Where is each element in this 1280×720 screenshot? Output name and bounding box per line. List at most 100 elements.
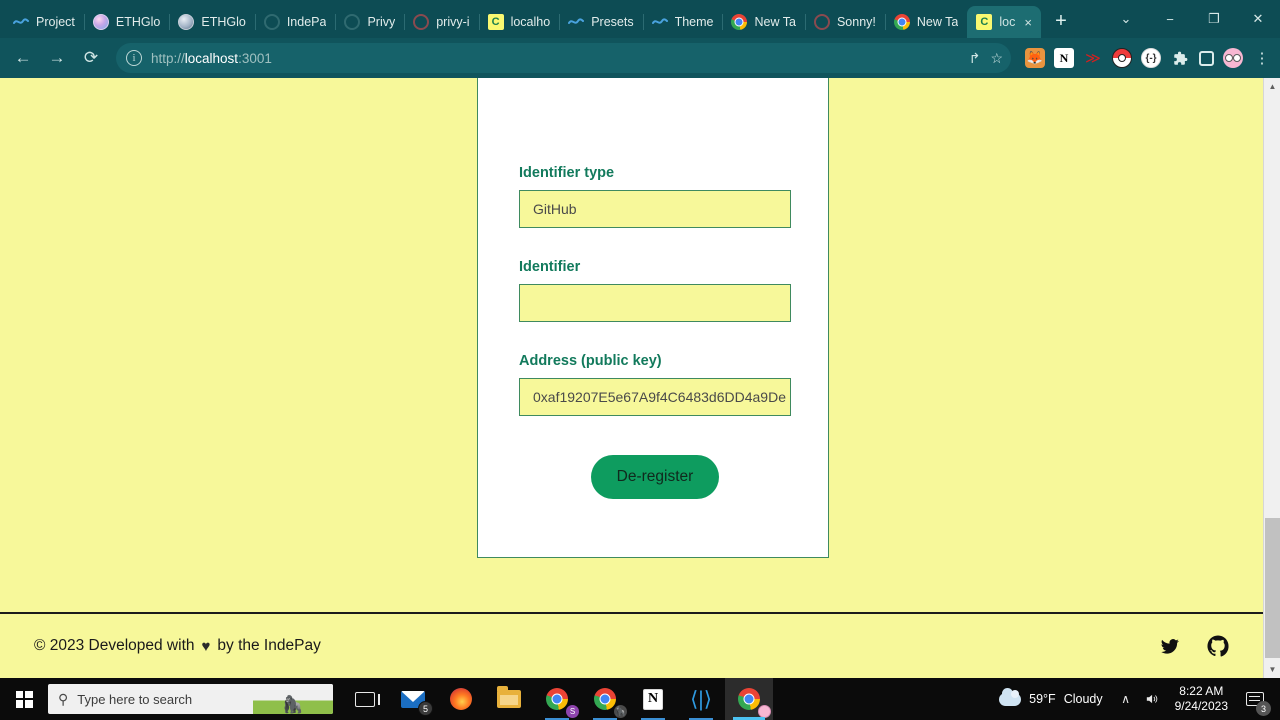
field-identifier-type: Identifier type GitHub [519, 165, 791, 228]
chrome-app-1[interactable]: S [533, 678, 581, 720]
github-dark-icon [413, 14, 430, 30]
tab-label: Presets [591, 15, 634, 29]
browser-tab-1[interactable]: ETHGlo [83, 6, 169, 38]
tab-label: ETHGlo [115, 15, 161, 29]
github-icon[interactable] [1207, 635, 1229, 657]
browser-tab-10[interactable]: Sonny! [804, 6, 885, 38]
scrollbar-thumb[interactable] [1265, 518, 1280, 658]
brackets-extension-icon[interactable]: {-} [1141, 48, 1161, 68]
browser-tab-active-localhost[interactable]: C loc × [967, 6, 1041, 38]
ethglobal-gray-icon [178, 14, 195, 30]
gorilla-illustration: 🦍 [253, 684, 333, 714]
start-button[interactable] [0, 678, 48, 720]
scroll-up-arrow-icon[interactable]: ▲ [1264, 78, 1280, 95]
tab-label: Sonny! [836, 15, 876, 29]
minimize-button[interactable]: − [1148, 3, 1192, 35]
de-register-button[interactable]: De-register [590, 455, 720, 499]
file-explorer-app[interactable] [485, 678, 533, 720]
site-info-icon[interactable]: i [126, 50, 142, 66]
browser-tab-4[interactable]: Privy [335, 6, 404, 38]
reload-icon[interactable]: ⟳ [76, 43, 106, 73]
show-hidden-icons-chevron-icon[interactable]: ∧ [1113, 678, 1139, 720]
clock-date: 9/24/2023 [1174, 699, 1228, 713]
firefox-app[interactable] [437, 678, 485, 720]
localhost-c-icon: C [487, 14, 504, 30]
forward-icon[interactable]: → [42, 43, 72, 73]
browser-tab-9[interactable]: New Ta [722, 6, 804, 38]
restore-button[interactable]: ❐ [1192, 3, 1236, 35]
tab-label: localho [510, 15, 551, 29]
page-footer: © 2023 Developed with ♥ by the IndePay [0, 614, 1263, 678]
mail-badge: 5 [418, 701, 433, 716]
identifier-type-input[interactable]: GitHub [519, 190, 791, 228]
tab-label: Theme [674, 15, 714, 29]
volume-icon[interactable] [1139, 678, 1165, 720]
identifier-input[interactable] [519, 284, 791, 322]
heart-icon: ♥ [201, 637, 211, 655]
new-tab-button[interactable]: + [1047, 7, 1075, 35]
twitter-icon[interactable] [1159, 637, 1181, 656]
bookmark-star-icon[interactable]: ☆ [990, 50, 1003, 67]
firefox-icon [450, 688, 472, 710]
profile-avatar-icon[interactable] [1223, 48, 1243, 68]
browser-tab-2[interactable]: ETHGlo [169, 6, 254, 38]
address-bar-url: http://localhost:3001 [151, 51, 272, 66]
notion-app[interactable]: N [629, 678, 677, 720]
browser-tab-5[interactable]: privy-i [404, 6, 478, 38]
browser-tab-7[interactable]: Presets [559, 6, 642, 38]
url-scheme: http:// [151, 50, 185, 66]
metamask-extension-icon[interactable]: 🦊 [1025, 48, 1045, 68]
close-window-button[interactable]: ✕ [1236, 3, 1280, 35]
field-label: Identifier type [519, 165, 615, 181]
browser-tab-8[interactable]: Theme [642, 6, 723, 38]
registration-card: Identifier type GitHub Identifier Addres… [477, 78, 829, 558]
side-panel-icon[interactable] [1199, 50, 1214, 66]
folder-icon [497, 686, 521, 708]
tab-search-icon[interactable]: ⌄ [1104, 3, 1148, 35]
puzzle-extensions-icon[interactable] [1170, 48, 1190, 68]
chrome-menu-icon[interactable]: ⋮ [1252, 48, 1272, 68]
url-host: localhost [184, 50, 239, 66]
page-scrollbar[interactable]: ▲ ▼ [1263, 78, 1280, 678]
field-identifier: Identifier [519, 259, 791, 322]
close-icon[interactable]: × [1024, 15, 1032, 30]
footer-copyright: © 2023 Developed with ♥ by the IndePay [34, 637, 321, 655]
vscode-app[interactable]: ⟨|⟩ [677, 678, 725, 720]
browser-tab-0[interactable]: Project [4, 6, 84, 38]
address-input[interactable]: 0xaf19207E5e67A9f4C6483d6DD4a9De [519, 378, 791, 416]
task-view-button[interactable] [341, 678, 389, 720]
task-view-icon [355, 691, 380, 707]
chrome-app-active[interactable] [725, 678, 773, 720]
submit-row: De-register [519, 455, 791, 499]
page-content: Identifier type GitHub Identifier Addres… [0, 78, 1263, 678]
notifications-button[interactable]: 3 [1238, 678, 1272, 720]
browser-tab-3[interactable]: IndePa [254, 6, 336, 38]
chrome-app-2[interactable]: 🦍 [581, 678, 629, 720]
taskbar-search[interactable]: ⚲ Type here to search 🦍 [48, 684, 333, 714]
browser-tab-11[interactable]: New Ta [884, 6, 967, 38]
taskbar-clock[interactable]: 8:22 AM 9/24/2023 [1165, 684, 1238, 714]
chrome-icon [893, 14, 910, 30]
tab-label: loc [999, 15, 1016, 29]
notion-extension-icon[interactable]: N [1054, 48, 1074, 68]
scroll-down-arrow-icon[interactable]: ▼ [1264, 661, 1280, 678]
mail-app[interactable]: 5 [389, 678, 437, 720]
red-extension-icon[interactable]: ≫ [1083, 48, 1103, 68]
url-port: :3001 [238, 50, 272, 66]
share-icon[interactable]: ↱ [969, 50, 981, 67]
weather-widget[interactable]: 59°F Cloudy [989, 687, 1112, 706]
pokeball-extension-icon[interactable] [1112, 48, 1132, 68]
ring-icon [344, 14, 361, 30]
ethglobal-pink-icon [92, 14, 109, 30]
weather-temp: 59°F [1029, 692, 1056, 706]
field-address: Address (public key) 0xaf19207E5e67A9f4C… [519, 353, 791, 416]
swirl-icon [651, 14, 668, 30]
tab-label: Project [36, 15, 75, 29]
search-placeholder: Type here to search [77, 691, 193, 707]
back-icon[interactable]: ← [8, 43, 38, 73]
browser-tab-6[interactable]: C localho [478, 6, 560, 38]
address-bar[interactable]: i http://localhost:3001 ↱ ☆ [116, 43, 1011, 73]
chrome-icon [731, 14, 748, 30]
swirl-icon [13, 14, 29, 30]
system-tray: 59°F Cloudy ∧ 8:22 AM 9/24/2023 3 [989, 678, 1280, 720]
